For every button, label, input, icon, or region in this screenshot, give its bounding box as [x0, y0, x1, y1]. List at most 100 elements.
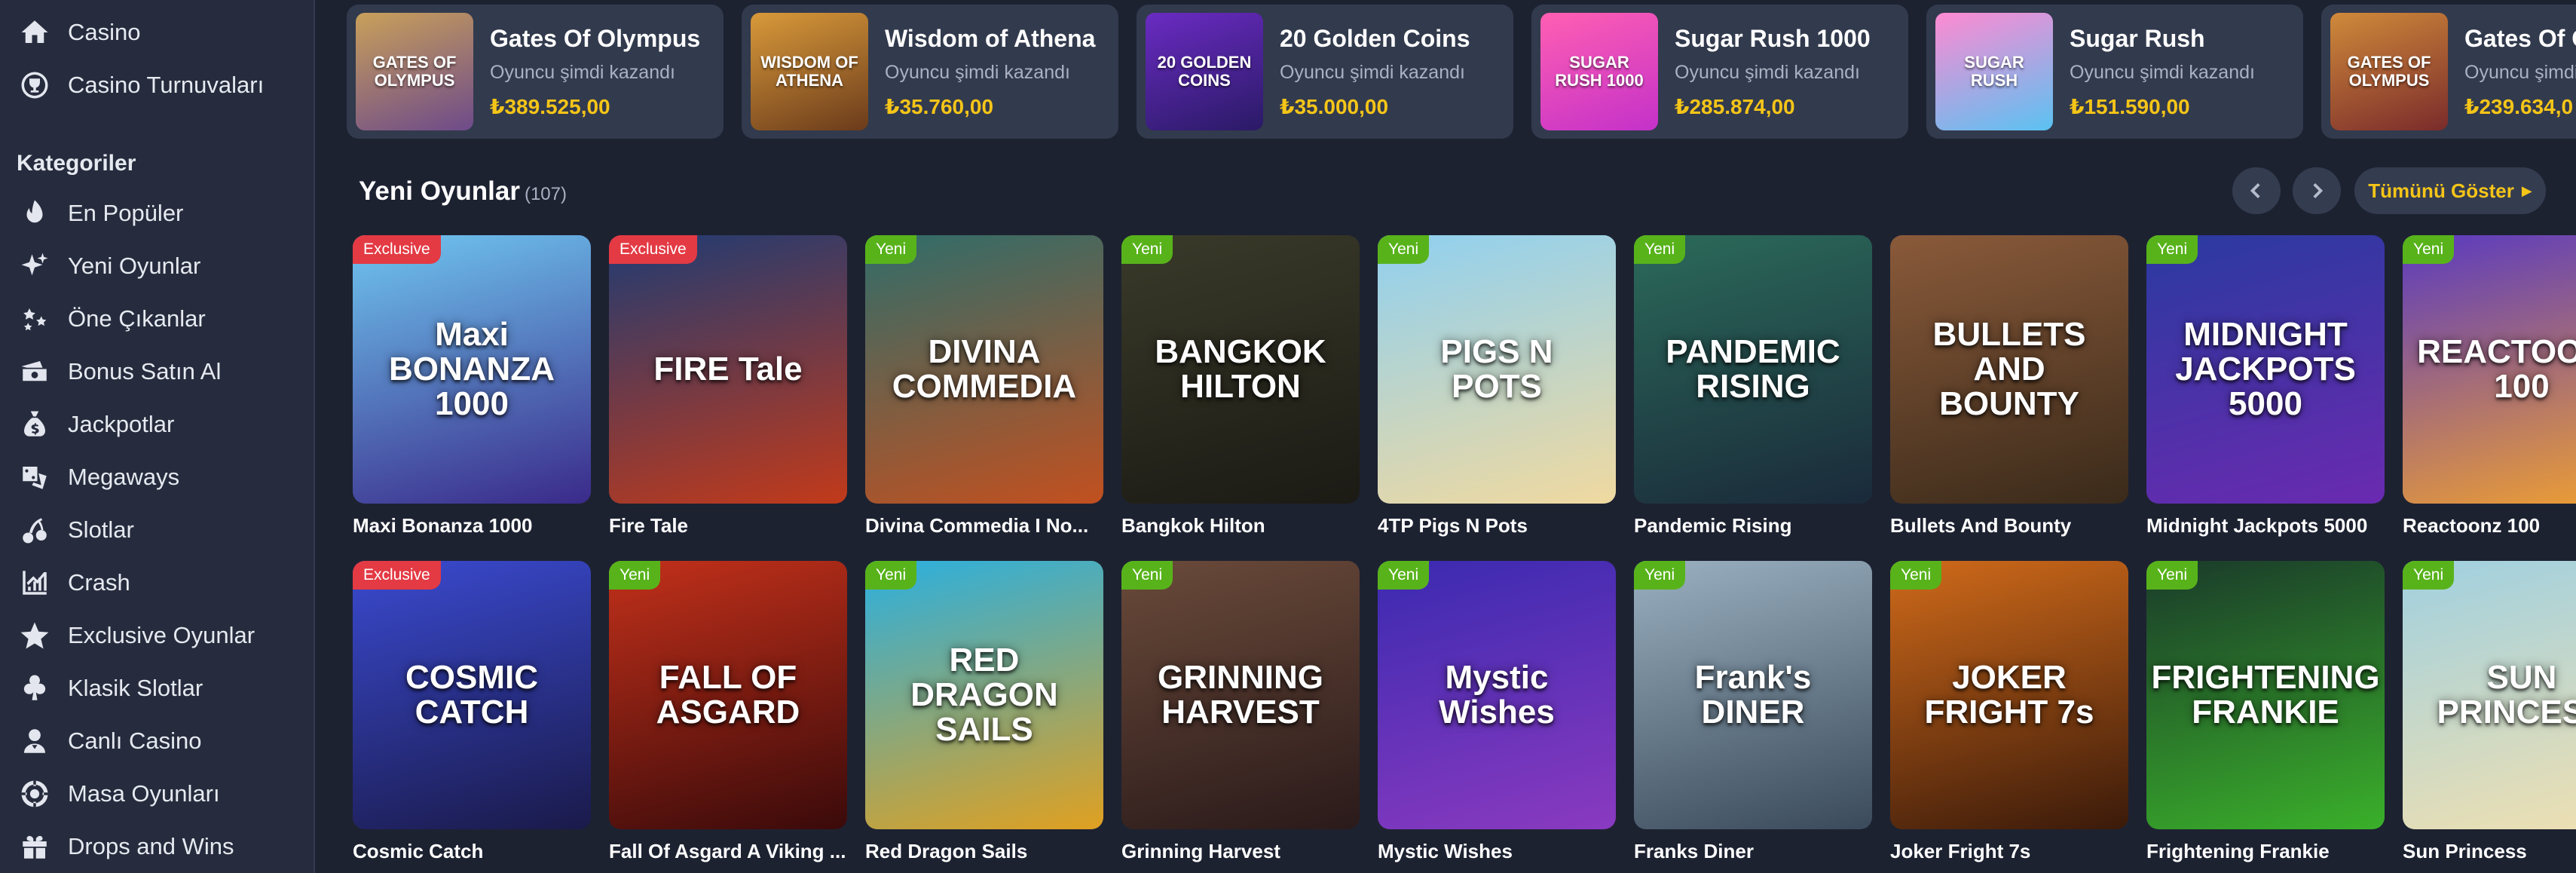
game-card[interactable]: BULLETS AND BOUNTY Bullets And Bounty [1890, 235, 2128, 538]
winner-card[interactable]: WISDOM OF ATHENA Wisdom of Athena Oyuncu… [742, 5, 1118, 139]
sidebar-item-klasik-slotlar[interactable]: Klasik Slotlar [0, 665, 315, 712]
sidebar-item-jackpotlar[interactable]: Jackpotlar [0, 401, 315, 448]
game-name: Bangkok Hilton [1121, 514, 1265, 537]
thumbnail-title: PIGS N POTS [1440, 332, 1553, 405]
winner-subtitle: Oyuncu şimdi kazandı [885, 61, 1070, 83]
game-thumbnail[interactable]: MIDNIGHT JACKPOTS 5000 Yeni [2146, 235, 2385, 504]
section-title-text: Yeni Oyunlar [359, 176, 520, 206]
sidebar-item-crash[interactable]: Crash [0, 559, 315, 606]
winner-amount: ₺151.590,00 [2070, 94, 2190, 118]
winner-card[interactable]: SUGAR RUSH Sugar Rush Oyuncu şimdi kazan… [1926, 5, 2303, 139]
game-card[interactable]: Maxi BONANZA 1000 Exclusive Maxi Bonanza … [353, 235, 591, 538]
sidebar-item-exclusive-oyunlar[interactable]: Exclusive Oyunlar [0, 612, 315, 659]
game-thumbnail[interactable]: COSMIC CATCH Exclusive [353, 561, 591, 829]
carousel-next-button[interactable] [2293, 167, 2341, 214]
winner-game-name: Gates Of Olympus [490, 24, 701, 52]
show-all-button[interactable]: Tümünü Göster ▶ [2354, 167, 2546, 214]
game-thumbnail[interactable]: DIVINA COMMEDIA Yeni [865, 235, 1103, 504]
sidebar-item-label: Bonus Satın Al [68, 358, 222, 384]
winner-card[interactable]: GATES OF OLYMPUS Gates Of O Oyuncu şimdi… [2321, 5, 2576, 139]
game-card[interactable]: PANDEMIC RISING Yeni Pandemic Rising [1634, 235, 1872, 538]
sidebar-item-slotlar[interactable]: Slotlar [0, 507, 315, 553]
sidebar-item-label: Canlı Casino [68, 728, 202, 754]
sidebar-item-label: Casino [68, 19, 141, 45]
game-card[interactable]: Mystic Wishes Yeni Mystic Wishes [1378, 561, 1616, 863]
winner-game-name: Sugar Rush [2070, 24, 2205, 52]
sidebar: Casino Casino Turnuvaları Kategoriler En… [0, 0, 315, 873]
game-name: Grinning Harvest [1121, 840, 1280, 862]
sidebar-item-drops-and-wins[interactable]: Drops and Wins [0, 823, 315, 870]
dice-icon [17, 459, 53, 495]
exclusive-badge: Exclusive [609, 235, 697, 264]
winner-amount: ₺285.874,00 [1675, 94, 1795, 118]
game-card[interactable]: PIGS N POTS Yeni 4TP Pigs N Pots [1378, 235, 1616, 538]
thumbnail-title: FRIGHTENING FRANKIE [2151, 658, 2380, 731]
sidebar-item-megaways[interactable]: Megaways [0, 454, 315, 501]
new-badge: Yeni [1378, 561, 1430, 590]
game-card[interactable]: GRINNING HARVEST Yeni Grinning Harvest [1121, 561, 1360, 863]
thumbnail-title: REACTOONZ 100 [2417, 332, 2576, 405]
sidebar-item-casino[interactable]: Casino [0, 9, 315, 56]
game-thumbnail[interactable]: BULLETS AND BOUNTY [1890, 235, 2128, 504]
thumbnail-title: BULLETS AND BOUNTY [1932, 315, 2086, 423]
roulette-icon [17, 776, 53, 812]
sidebar-item-label: Jackpotlar [68, 411, 175, 437]
trophy-icon [17, 67, 53, 103]
game-card[interactable]: JOKER FRIGHT 7s Yeni Joker Fright 7s [1890, 561, 2128, 863]
game-thumbnail[interactable]: BANGKOK HILTON Yeni [1121, 235, 1360, 504]
game-card[interactable]: SUN PRINCESS Yeni Sun Princess [2403, 561, 2576, 863]
winner-card[interactable]: 20 GOLDEN COINS 20 Golden Coins Oyuncu ş… [1137, 5, 1513, 139]
new-badge: Yeni [1890, 561, 1942, 590]
sparkle-icon [17, 248, 53, 284]
game-thumbnail[interactable]: Frank's DINER Yeni [1634, 561, 1872, 829]
sidebar-item-label: Casino Turnuvaları [68, 72, 265, 98]
game-thumbnail[interactable]: JOKER FRIGHT 7s Yeni [1890, 561, 2128, 829]
money-icon [17, 354, 53, 390]
sidebar-item-masa-oyunlari[interactable]: Masa Oyunları [0, 770, 315, 817]
game-thumbnail[interactable]: GRINNING HARVEST Yeni [1121, 561, 1360, 829]
game-thumbnail[interactable]: REACTOONZ 100 Yeni [2403, 235, 2576, 504]
game-card[interactable]: DIVINA COMMEDIA Yeni Divina Commedia I No… [865, 235, 1103, 538]
game-name: Bullets And Bounty [1890, 514, 2072, 537]
game-name: Pandemic Rising [1634, 514, 1792, 537]
sidebar-item-label: Slotlar [68, 516, 134, 543]
clover-icon [17, 670, 53, 706]
game-card[interactable]: FRIGHTENING FRANKIE Yeni Frightening Fran… [2146, 561, 2385, 863]
game-thumbnail[interactable]: RED DRAGON SAILS Yeni [865, 561, 1103, 829]
sidebar-item-one-cikanlar[interactable]: Öne Çıkanlar [0, 296, 315, 342]
game-card[interactable]: REACTOONZ 100 Yeni Reactoonz 100 [2403, 235, 2576, 538]
sidebar-item-canli-casino[interactable]: Canlı Casino [0, 718, 315, 764]
game-thumbnail: SUGAR RUSH [1935, 13, 2053, 130]
game-card[interactable]: FALL OF ASGARD Yeni Fall Of Asgard A Viki… [609, 561, 847, 863]
sidebar-item-label: Megaways [68, 464, 180, 490]
game-thumbnail[interactable]: FIRE Tale Exclusive [609, 235, 847, 504]
sidebar-item-casino-turnuvalari[interactable]: Casino Turnuvaları [0, 62, 315, 109]
game-card[interactable]: COSMIC CATCH Exclusive Cosmic Catch [353, 561, 591, 863]
game-thumbnail[interactable]: PANDEMIC RISING Yeni [1634, 235, 1872, 504]
game-card[interactable]: FIRE Tale Exclusive Fire Tale [609, 235, 847, 538]
sidebar-item-bonus-satin-al[interactable]: Bonus Satın Al [0, 348, 315, 395]
game-thumbnail[interactable]: PIGS N POTS Yeni [1378, 235, 1616, 504]
game-thumbnail[interactable]: FALL OF ASGARD Yeni [609, 561, 847, 829]
game-thumbnail: 20 GOLDEN COINS [1146, 13, 1263, 130]
game-thumbnail[interactable]: FRIGHTENING FRANKIE Yeni [2146, 561, 2385, 829]
winner-amount: ₺389.525,00 [490, 94, 610, 118]
carousel-prev-button[interactable] [2232, 167, 2281, 214]
winner-subtitle: Oyuncu şimdi kazandı [1675, 61, 1860, 83]
game-thumbnail[interactable]: SUN PRINCESS Yeni [2403, 561, 2576, 829]
sidebar-item-yeni-oyunlar[interactable]: Yeni Oyunlar [0, 243, 315, 289]
winner-card[interactable]: GATES OF OLYMPUS Gates Of Olympus Oyuncu… [347, 5, 724, 139]
game-card[interactable]: RED DRAGON SAILS Yeni Red Dragon Sails [865, 561, 1103, 863]
winner-card[interactable]: SUGAR RUSH 1000 Sugar Rush 1000 Oyuncu ş… [1531, 5, 1908, 139]
section-title: Yeni Oyunlar (107) [359, 176, 567, 207]
game-card[interactable]: MIDNIGHT JACKPOTS 5000 Yeni Midnight Jack… [2146, 235, 2385, 538]
sidebar-item-en-populer[interactable]: En Popüler [0, 190, 315, 237]
game-thumbnail[interactable]: Maxi BONANZA 1000 Exclusive [353, 235, 591, 504]
fire-icon [17, 195, 53, 231]
section-count: (107) [524, 184, 567, 204]
game-card[interactable]: BANGKOK HILTON Yeni Bangkok Hilton [1121, 235, 1360, 538]
star-cluster-icon [17, 301, 53, 337]
game-thumbnail[interactable]: Mystic Wishes Yeni [1378, 561, 1616, 829]
thumbnail-title: JOKER FRIGHT 7s [1924, 658, 2094, 731]
game-card[interactable]: Frank's DINER Yeni Franks Diner [1634, 561, 1872, 863]
